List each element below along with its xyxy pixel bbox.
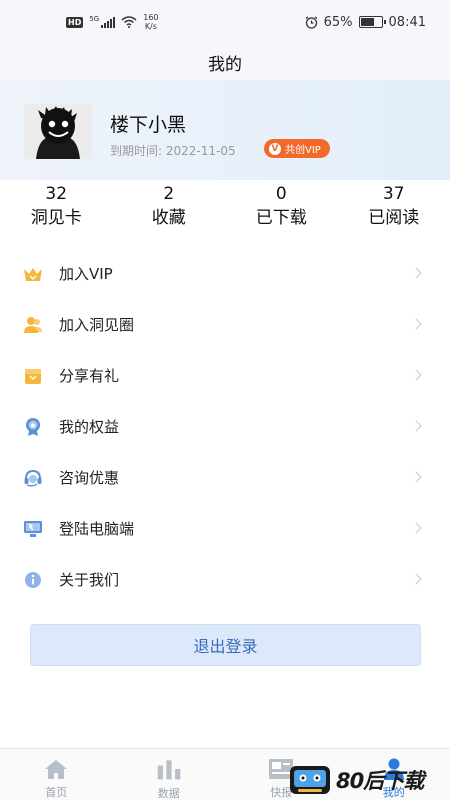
stat-cards[interactable]: 32 洞见卡 [0,182,113,234]
page-title: 我的 [208,54,242,75]
net-speed-unit: K/s [144,22,157,31]
clock: 08:41 [388,14,426,30]
expiry-text: 到期时间: 2022-11-05 [110,142,236,159]
battery-icon [358,16,386,28]
menu-item-join-vip[interactable]: 加入VIP [0,248,450,299]
menu-item-desktop-login[interactable]: 登陆电脑端 [0,503,450,554]
vip-badge-label: 共创VIP [285,145,321,156]
menu-item-label: 加入洞见圈 [59,316,135,334]
stat-value: 2 [163,184,175,204]
bar-chart-icon [156,757,182,781]
tab-home[interactable]: 首页 [0,749,113,800]
menu-item-label: 我的权益 [59,418,120,436]
vip-badge[interactable]: V 共创VIP [264,139,330,158]
menu-item-label: 登陆电脑端 [59,520,135,538]
info-icon [22,569,44,591]
tab-label: 数据 [157,787,180,800]
menu-item-label: 咨询优惠 [59,469,120,487]
monitor-icon [22,518,44,540]
avatar[interactable] [24,104,92,159]
network-type-label: 5G [89,15,100,23]
stat-label: 洞见卡 [30,208,82,228]
battery-percent: 65% [323,14,353,30]
home-icon [43,757,69,780]
stats-row: 32 洞见卡 2 收藏 0 已下载 37 已阅读 [0,182,450,234]
watermark-logo-icon [290,766,330,794]
expiry-label: 到期时间: [110,144,163,158]
profile-card[interactable]: 楼下小黑 到期时间: 2022-11-05 V 共创VIP [0,80,450,180]
username: 楼下小黑 [110,114,187,136]
status-bar: HD 5G 160 K/s 65% 08:41 [0,0,450,44]
menu-list: 加入VIP 加入洞见圈 分享有礼 我的权益 咨询优惠 登陆电脑端 关于我们 [0,248,450,605]
stat-value: 37 [382,184,405,204]
net-speed-value: 160 [143,13,159,22]
signal-icon [101,16,116,28]
net-speed: 160 K/s [143,13,158,31]
stat-downloaded[interactable]: 0 已下载 [225,182,338,234]
gift-icon [22,365,44,387]
tab-label: 首页 [45,786,68,799]
wifi-icon [121,16,137,28]
tab-data[interactable]: 数据 [113,749,226,800]
stat-label: 已下载 [255,208,307,228]
page-header: 我的 [0,44,450,80]
chevron-right-icon [410,369,422,381]
menu-item-label: 关于我们 [59,571,120,589]
stat-label: 收藏 [151,208,186,228]
stat-value: 32 [45,184,68,204]
stat-value: 0 [275,184,287,204]
logout-label: 退出登录 [193,637,258,656]
menu-item-share[interactable]: 分享有礼 [0,350,450,401]
menu-item-about[interactable]: 关于我们 [0,554,450,605]
menu-item-join-circle[interactable]: 加入洞见圈 [0,299,450,350]
stat-label: 已阅读 [368,208,420,228]
vip-logo-icon: V [269,142,281,155]
menu-item-consult[interactable]: 咨询优惠 [0,452,450,503]
group-icon [22,314,44,336]
stat-favorites[interactable]: 2 收藏 [113,182,226,234]
badge-icon [22,416,44,438]
expiry-date: 2022-11-05 [165,144,236,158]
watermark: 80后下载 [288,760,450,800]
menu-item-label: 分享有礼 [59,367,120,385]
chevron-right-icon [410,318,422,330]
menu-item-rights[interactable]: 我的权益 [0,401,450,452]
menu-item-label: 加入VIP [59,265,113,283]
chevron-right-icon [410,267,422,279]
chevron-right-icon [410,522,422,534]
status-right: 65% 08:41 [305,15,426,30]
chevron-right-icon [410,420,422,432]
stat-read[interactable]: 37 已阅读 [338,182,450,234]
chevron-right-icon [410,471,422,483]
headset-icon [22,467,44,489]
crown-icon [22,263,44,285]
chevron-right-icon [410,573,422,585]
alarm-icon [305,16,317,29]
status-left: HD 5G 160 K/s [66,13,159,31]
hd-indicator: HD [66,16,84,28]
logout-button[interactable]: 退出登录 [30,624,421,666]
watermark-text: 80后下载 [336,769,424,793]
